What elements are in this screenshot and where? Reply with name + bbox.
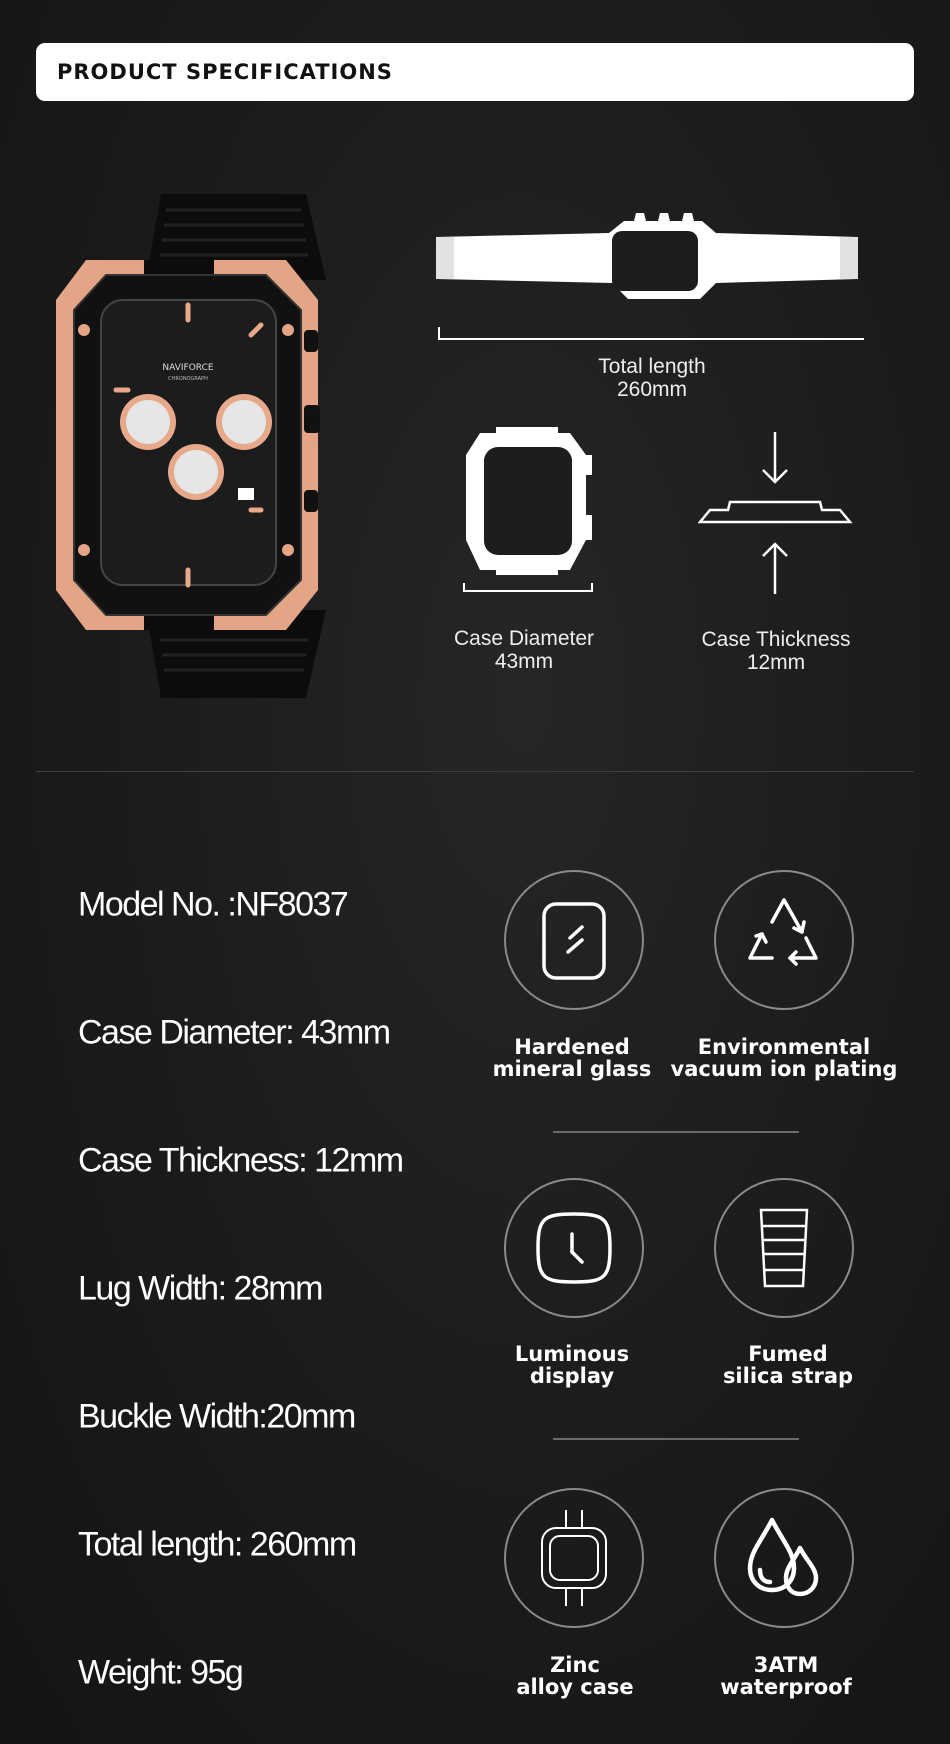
- section-divider: [36, 771, 914, 772]
- feature-divider: [553, 1131, 799, 1133]
- feature-label-waterproof: 3ATM waterproof: [720, 1653, 852, 1699]
- case-icon: [504, 1488, 644, 1628]
- feature-label-luminous: Luminous display: [514, 1342, 630, 1388]
- feature-label-case: Zinc alloy case: [516, 1653, 634, 1699]
- luminous-clock-icon: [504, 1178, 644, 1318]
- case-thickness-caption: Case Thickness 12mm: [701, 628, 851, 674]
- glass-icon: [504, 870, 644, 1010]
- case-thickness-diagram: [698, 432, 853, 594]
- strap-icon: [714, 1178, 854, 1318]
- case-diameter-diagram: [463, 427, 593, 592]
- spec-weight: Weight: 95g: [78, 1653, 244, 1692]
- header-bar: PRODUCT SPECIFICATIONS: [36, 43, 914, 101]
- recycle-icon: [714, 870, 854, 1010]
- water-drops-icon: [714, 1488, 854, 1628]
- total-length-diagram: [436, 213, 864, 340]
- spec-case-diameter: Case Diameter: 43mm: [78, 1013, 391, 1052]
- spec-case-thickness: Case Thickness: 12mm: [78, 1141, 404, 1180]
- total-length-caption: Total length 260mm: [598, 355, 706, 401]
- feature-divider: [553, 1438, 799, 1440]
- spec-total-length: Total length: 260mm: [78, 1525, 357, 1564]
- case-diameter-caption: Case Diameter 43mm: [453, 627, 595, 673]
- spec-model: Model No. :NF8037: [78, 885, 349, 924]
- spec-lug-width: Lug Width: 28mm: [78, 1269, 323, 1308]
- watch-product-image: NAVIFORCE CHRONOGRAPH: [56, 194, 326, 698]
- watch-subtitle: CHRONOGRAPH: [168, 376, 208, 382]
- spec-buckle-width: Buckle Width:20mm: [78, 1397, 356, 1436]
- page-title: PRODUCT SPECIFICATIONS: [57, 60, 393, 84]
- feature-label-glass: Hardened mineral glass: [492, 1035, 652, 1081]
- watch-brand: NAVIFORCE: [162, 363, 213, 373]
- feature-label-plating: Environmental vacuum ion plating: [670, 1035, 898, 1081]
- feature-label-strap: Fumed silica strap: [722, 1342, 854, 1388]
